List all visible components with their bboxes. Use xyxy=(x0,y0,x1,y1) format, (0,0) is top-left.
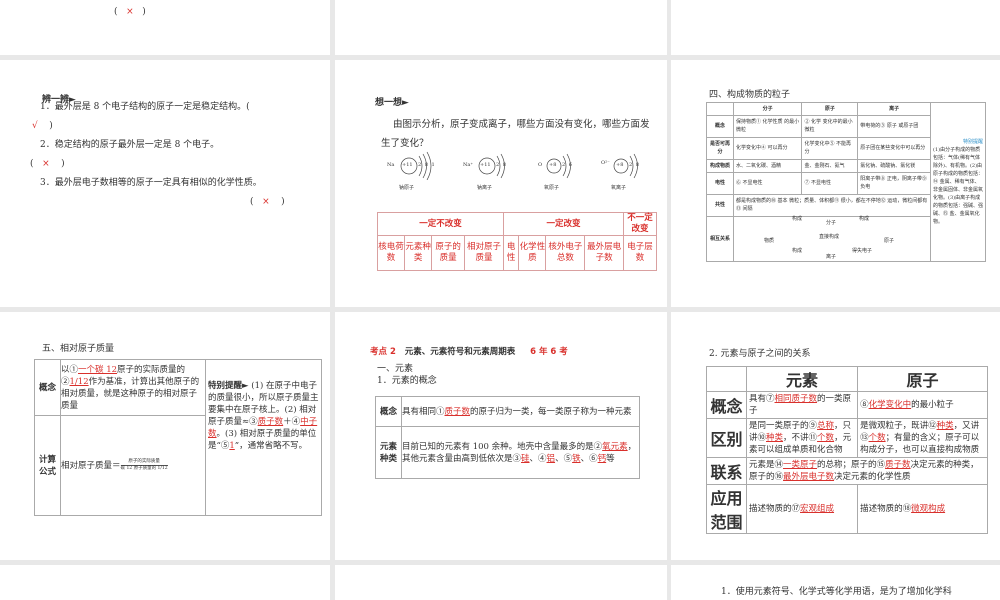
correct-mark: √ xyxy=(32,121,38,131)
quiz-item: 2．稳定结构的原子最外层一定是 8 个电子。 xyxy=(40,140,220,150)
electron-shells: 2 8 xyxy=(629,162,640,168)
section-heading: 四、构成物质的粒子 xyxy=(709,90,791,100)
special-note: 特别提醒 (1)由分子构成的物质包括：气体(稀有气体除外)、有机物。(2)由原子构… xyxy=(930,102,986,262)
electron-shells: 2 8 1 xyxy=(418,162,436,168)
atom-diagram-na-ion: Na⁺ +11 2 8 钠离子 xyxy=(463,150,523,191)
slide-thumbnail-9[interactable]: 2. 元素与原子之间的关系 元素 原子 概念 具有⑦相同质子数的一类原子 ⑧化学变… xyxy=(671,312,1000,560)
slide-thumbnail-1[interactable]: ( × ) xyxy=(0,0,330,55)
section-heading: 想一想► xyxy=(375,98,409,108)
slide-thumbnail-4[interactable]: 辨一辨► 1．最外层是 8 个电子结构的原子一定是稳定结构。( √ ) 2．稳定… xyxy=(0,60,330,307)
atom-diagram-o-ion: O²⁻ +8 2 8 氧离子 xyxy=(597,150,657,191)
exam-point-title: 考点 2 元素、元素符号和元素周期表 6 年 6 考 xyxy=(370,347,568,357)
section-heading: 2. 元素与原子之间的关系 xyxy=(709,349,811,359)
slide-thumbnail-6[interactable]: 四、构成物质的粒子 分子 原子 离子 特别提醒 (1)由分子构成的物质包括：气体(稀有… xyxy=(671,60,1000,307)
relationship-diagram: 分子 原子 离子 物质 构成 构成 直接构成 构成 得失电子 xyxy=(732,216,932,262)
slide-thumbnail-2[interactable] xyxy=(335,0,667,55)
wrong-mark: × xyxy=(126,7,134,17)
slide-thumbnail-12[interactable]: 1．使用元素符号、化学式等化学用语，是为了增加化学科 xyxy=(671,565,1000,600)
electron-shells: 2 6 xyxy=(562,162,573,168)
quiz-item: 3．最外层电子数相等的原子一定具有相似的化学性质。 xyxy=(40,178,262,188)
quiz-list: 1．最外层是 8 个电子结构的原子一定是稳定结构。( √ ) 2．稳定结构的原子… xyxy=(30,100,330,209)
element-concept-table: 概念 具有相同①质子数的原子归为一类，每一类原子称为一种元素 元素种类 目前已知… xyxy=(375,396,640,479)
slide-thumbnail-7[interactable]: 五、相对原子质量 概念 以①一个碳 12原子的实际质量的②1/12作为基准，计算… xyxy=(0,312,330,560)
slide-thumbnail-10[interactable] xyxy=(0,565,330,600)
formula: 相对原子质量＝ 原子的实际质量碳 12 原子质量的 1/12 xyxy=(60,415,206,516)
atom-diagrams: Na +11 2 8 1 钠原子 Na⁺ +11 2 8 钠离子 O +8 2 … xyxy=(385,150,665,195)
wrong-mark: × xyxy=(42,159,50,169)
slide-thumbnail-3[interactable] xyxy=(671,0,1000,55)
atom-diagram-o: O +8 2 6 氧原子 xyxy=(530,150,590,191)
change-table: 一定不改变 一定改变 不一定改变 核电荷数 元素种类 原子的质量 相对原子质量 电性 化学性质… xyxy=(376,212,657,271)
question-text: 由图示分析，原子变成离子，哪些方面没有变化，哪些方面发生了变化？ xyxy=(381,119,650,149)
section-heading: 五、相对原子质量 xyxy=(42,344,115,354)
electron-shells: 2 8 xyxy=(496,162,507,168)
answer-bracket: ( × ) xyxy=(114,7,146,17)
wrong-mark: × xyxy=(262,197,270,207)
special-note: 特别提醒► (1) 在原子中电子的质量很小，所以原子质量主要集中在原子核上。(2… xyxy=(205,359,322,516)
element-atom-table: 元素 原子 概念 具有⑦相同质子数的一类原子 ⑧化学变化中的最小粒子 区别 是同一… xyxy=(706,366,988,534)
quiz-item: 1．最外层是 8 个电子结构的原子一定是稳定结构。( xyxy=(40,102,250,112)
atom-diagram-na: Na +11 2 8 1 钠原子 xyxy=(385,150,445,191)
slide-thumbnail-5[interactable]: 想一想► 由图示分析，原子变成离子，哪些方面没有变化，哪些方面发生了变化？ Na… xyxy=(335,60,667,307)
particle-table: 分子 原子 离子 特别提醒 (1)由分子构成的物质包括：气体(稀有气体除外)、有机物。… xyxy=(706,102,986,262)
slide-thumbnail-8[interactable]: 考点 2 元素、元素符号和元素周期表 6 年 6 考 一、元素 1．元素的概念 … xyxy=(335,312,667,560)
slide-thumbnail-11[interactable] xyxy=(335,565,667,600)
relative-mass-table: 概念 以①一个碳 12原子的实际质量的②1/12作为基准，计算出其他原子的相对质… xyxy=(34,359,322,516)
